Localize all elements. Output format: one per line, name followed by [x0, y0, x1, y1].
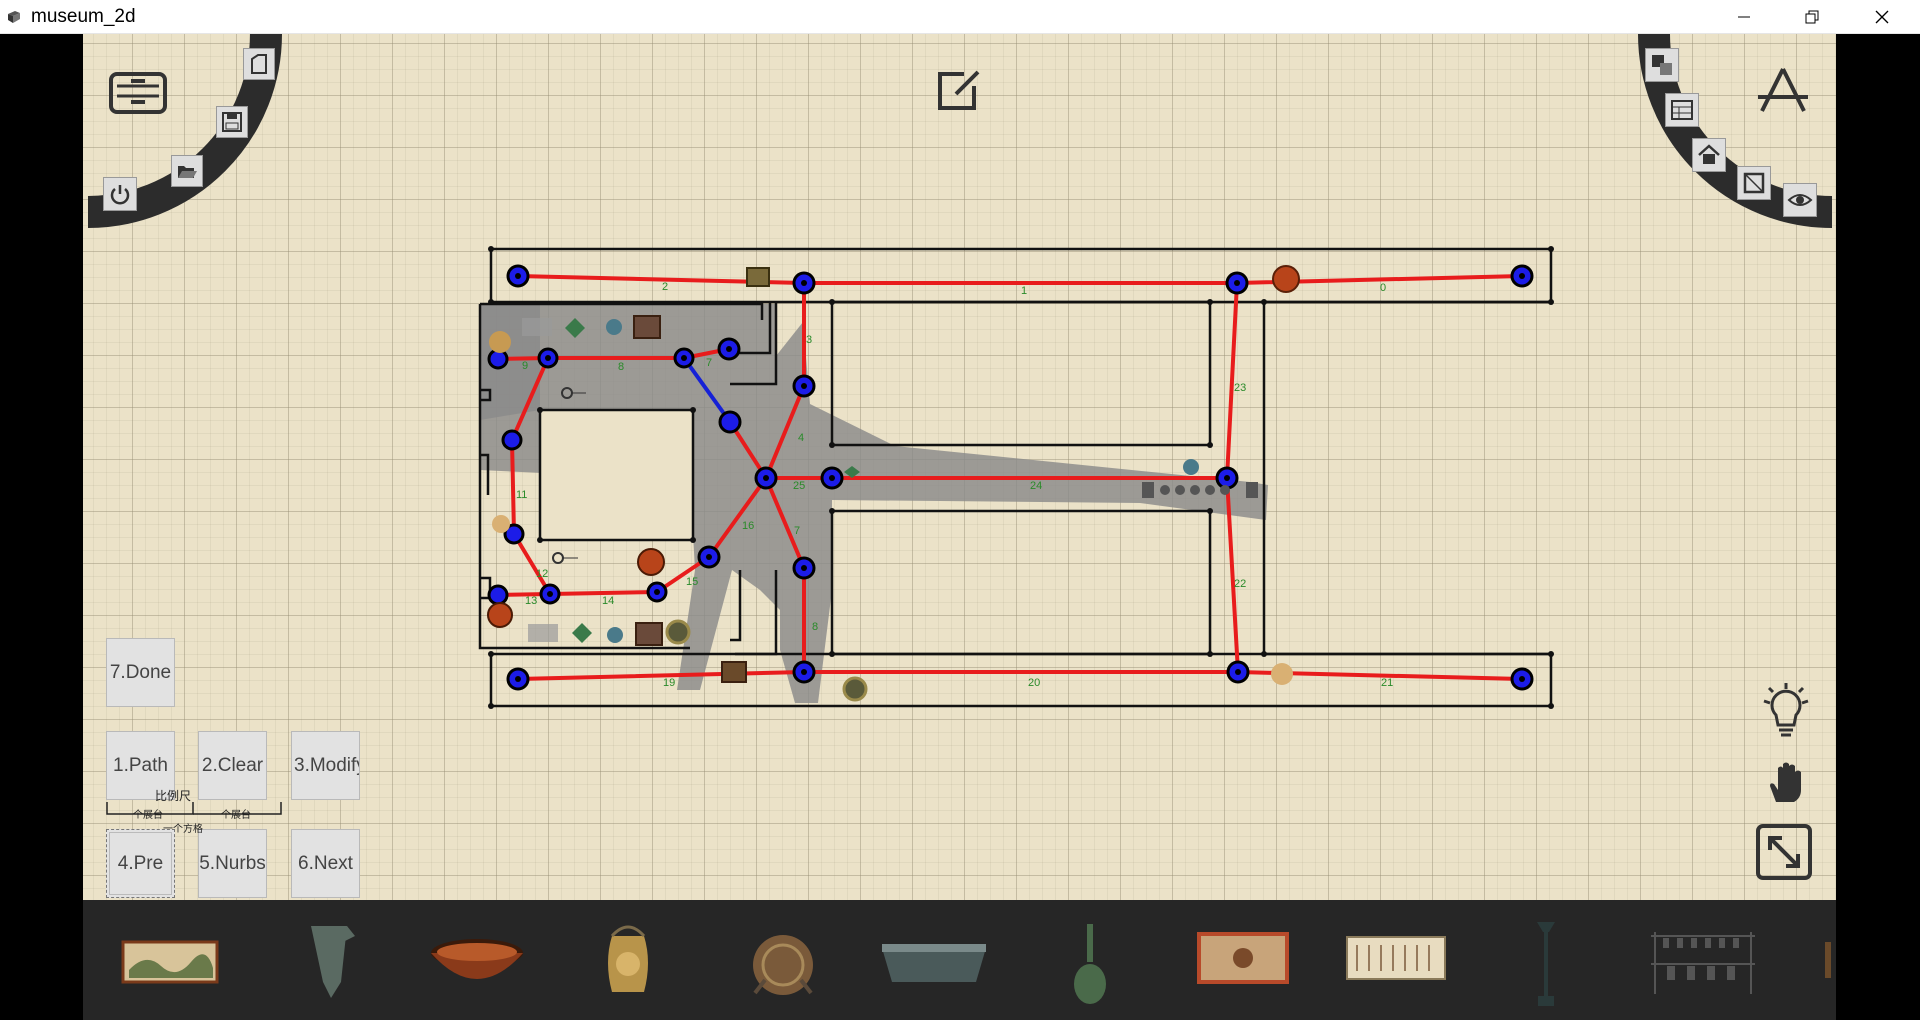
save-button[interactable] [216, 106, 248, 138]
svg-text:25: 25 [793, 480, 805, 492]
cabinet-button[interactable] [106, 64, 170, 118]
lacquer-bowl-thumb[interactable] [428, 935, 526, 990]
scale-label-bottom: 一个方格 [163, 824, 203, 835]
bronze-lamp-thumb[interactable] [1531, 918, 1561, 1014]
svg-text:15: 15 [686, 576, 698, 588]
celadon-vase-thumb[interactable] [1068, 920, 1112, 1010]
bronze-vessel-thumb[interactable] [301, 922, 359, 1002]
partial-artifact-thumb[interactable] [1823, 940, 1833, 980]
svg-text:20: 20 [1028, 677, 1040, 689]
svg-text:8: 8 [618, 361, 624, 373]
expand-icon [1756, 824, 1812, 880]
view-button[interactable] [1783, 183, 1817, 217]
svg-text:2: 2 [662, 281, 668, 293]
frame-button[interactable] [1737, 166, 1771, 200]
minimize-icon [1738, 16, 1750, 18]
title-bar: museum_2d [0, 0, 1920, 34]
power-icon [110, 185, 130, 205]
svg-text:3: 3 [806, 334, 812, 346]
svg-text:13: 13 [525, 595, 537, 607]
map-canvas[interactable]: 012 23 22 20 21 19 4 25 24 16 7 8 14 13 12 11 15 8 … [83, 34, 1836, 900]
modify-button[interactable]: 3.Modify [291, 731, 360, 800]
svg-text:7: 7 [706, 357, 712, 369]
bronze-bells-thumb[interactable] [1647, 928, 1759, 998]
app-store-button[interactable] [1753, 62, 1813, 122]
svg-text:19: 19 [663, 677, 675, 689]
minimize-button[interactable] [1714, 0, 1774, 34]
fullscreen-button[interactable] [1753, 821, 1815, 883]
layers-icon [1652, 55, 1672, 75]
app-icon [8, 11, 20, 23]
home-icon [1698, 144, 1720, 164]
artifact-tray [83, 900, 1836, 1020]
scale-label-right: 一个展台 [211, 810, 251, 821]
bronze-censer-thumb[interactable] [743, 925, 823, 1005]
svg-text:22: 22 [1234, 578, 1246, 590]
done-button[interactable]: 7.Done [106, 638, 175, 707]
hand-icon [1770, 762, 1801, 802]
gilded-jar-thumb[interactable] [598, 922, 658, 1004]
pre-button[interactable]: 4.Pre [106, 829, 175, 898]
new-page-icon [251, 54, 267, 74]
edit-button[interactable] [932, 62, 986, 116]
restore-icon [1805, 10, 1819, 24]
table-icon [1671, 100, 1693, 120]
svg-text:9: 9 [522, 360, 528, 372]
folder-open-icon [178, 166, 197, 178]
light-button[interactable] [1751, 674, 1821, 744]
close-icon [1875, 10, 1889, 24]
svg-text:4: 4 [798, 432, 804, 444]
home-button[interactable] [1692, 138, 1726, 172]
svg-text:1: 1 [1021, 285, 1027, 297]
app-store-icon [1758, 68, 1808, 112]
power-button[interactable] [103, 177, 137, 211]
svg-text:16: 16 [742, 520, 754, 532]
close-button[interactable] [1852, 0, 1912, 34]
svg-text:11: 11 [516, 489, 527, 501]
svg-text:23: 23 [1234, 382, 1246, 394]
svg-text:0: 0 [1380, 282, 1386, 294]
window-title: museum_2d [31, 6, 136, 27]
open-folder-button[interactable] [171, 155, 203, 187]
silk-painting-thumb[interactable] [1195, 930, 1291, 986]
scale-label-left: 一个展台 [123, 810, 163, 821]
next-button[interactable]: 6.Next [291, 829, 360, 898]
pan-button[interactable] [1758, 754, 1814, 810]
frame-icon [1743, 172, 1765, 194]
layers-button[interactable] [1645, 48, 1679, 82]
eye-icon [1787, 194, 1813, 206]
table-button[interactable] [1665, 93, 1699, 127]
cabinet-icon [109, 72, 167, 114]
svg-text:21: 21 [1381, 677, 1393, 689]
new-page-button[interactable] [243, 48, 275, 80]
inner-room [538, 408, 695, 542]
svg-text:8: 8 [812, 621, 818, 633]
edit-icon [938, 70, 980, 110]
restore-button[interactable] [1782, 0, 1842, 34]
bronze-basin-thumb[interactable] [878, 940, 990, 990]
svg-text:7: 7 [794, 525, 800, 537]
lightbulb-icon [1763, 683, 1809, 737]
svg-text:14: 14 [602, 595, 614, 607]
nurbs-button[interactable]: 5.Nurbs [198, 829, 267, 898]
calligraphy-scroll-thumb[interactable] [1345, 935, 1447, 981]
svg-text:24: 24 [1030, 480, 1042, 492]
svg-text:12: 12 [536, 568, 548, 580]
save-icon [222, 112, 242, 132]
painting-scroll-thumb[interactable] [121, 940, 219, 984]
